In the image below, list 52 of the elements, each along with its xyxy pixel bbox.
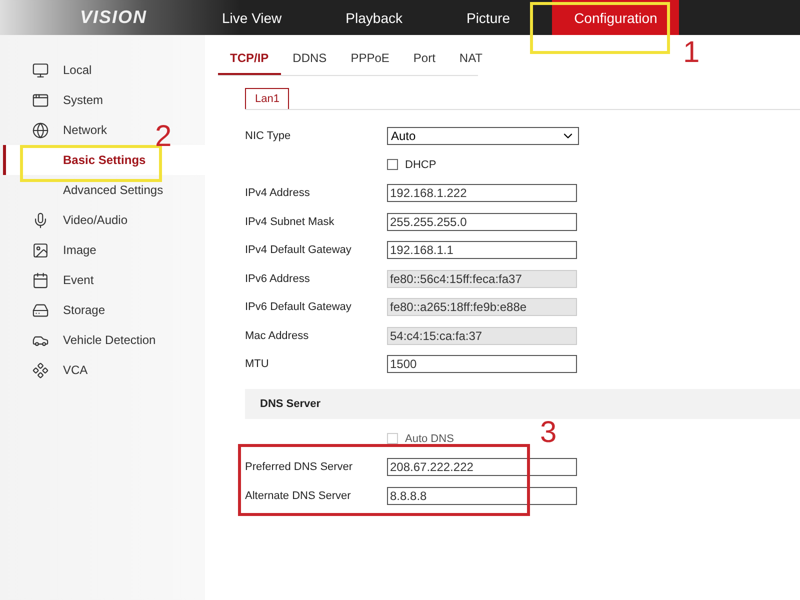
sidebar-item[interactable]: Vehicle Detection: [3, 325, 160, 355]
sub-tab[interactable]: Lan1: [245, 88, 290, 109]
field-label: IPv6 Address: [245, 272, 311, 285]
text-field[interactable]: 1500: [387, 355, 577, 374]
sidebar-item-icon: [32, 62, 49, 78]
tab[interactable]: Port: [401, 45, 448, 75]
step-number: 3: [540, 418, 557, 448]
tab[interactable]: PPPoE: [338, 45, 402, 75]
field-label: Preferred DNS Server: [245, 461, 354, 474]
field-label: IPv4 Default Gateway: [245, 244, 352, 256]
sidebar-item-icon: [32, 302, 49, 318]
sidebar-subitem[interactable]: Basic Settings: [3, 145, 205, 175]
nav-tab[interactable]: Picture: [444, 0, 532, 35]
field-label: MTU: [245, 358, 270, 370]
nav-tab[interactable]: Configuration: [552, 0, 680, 35]
nic-type-select[interactable]: Auto: [387, 127, 579, 146]
field-label: IPv6 Default Gateway: [245, 301, 352, 314]
sidebar-item-icon: [32, 212, 49, 228]
field-label: IPv4 Subnet Mask: [245, 216, 336, 228]
sidebar-item[interactable]: System: [3, 85, 108, 115]
sidebar-item-icon: [32, 272, 49, 288]
sidebar-subitem[interactable]: Advanced Settings: [3, 175, 168, 205]
nav-tab[interactable]: Playback: [324, 0, 424, 35]
field-label: NIC Type: [245, 130, 292, 142]
tab[interactable]: DDNS: [280, 45, 339, 75]
brand-logo: VISION: [79, 6, 148, 29]
text-field[interactable]: 255.255.255.0: [387, 212, 577, 231]
sidebar-item-icon: [32, 92, 49, 108]
checkbox[interactable]: [387, 159, 398, 170]
text-field[interactable]: 208.67.222.222: [387, 458, 577, 476]
field-label: Alternate DNS Server: [245, 490, 352, 502]
tab[interactable]: NAT: [447, 45, 495, 75]
sidebar-item[interactable]: Event: [3, 265, 98, 295]
sidebar-item-icon: [32, 122, 49, 138]
sidebar-item[interactable]: Image: [3, 235, 100, 265]
checkbox-option[interactable]: DHCP: [387, 158, 436, 171]
section-header: DNS Server: [245, 388, 800, 418]
sidebar-item-icon: [32, 362, 49, 378]
nav-tab[interactable]: Live View: [200, 0, 304, 35]
sidebar-item[interactable]: Storage: [3, 295, 110, 325]
step-number: 1: [683, 38, 700, 68]
sidebar-item[interactable]: Video/Audio: [3, 205, 132, 235]
text-field[interactable]: 8.8.8.8: [387, 486, 577, 505]
sidebar-item[interactable]: Local: [3, 55, 96, 85]
text-field[interactable]: 192.168.1.222: [387, 184, 577, 202]
sidebar-item[interactable]: VCA: [3, 355, 92, 385]
sidebar-item[interactable]: Network: [3, 115, 112, 145]
sidebar-item-icon: [32, 242, 49, 258]
tab[interactable]: TCP/IP: [218, 45, 281, 75]
text-field[interactable]: 192.168.1.1: [387, 241, 577, 260]
field-label: IPv4 Address: [245, 187, 311, 200]
field-label: Mac Address: [245, 330, 310, 342]
